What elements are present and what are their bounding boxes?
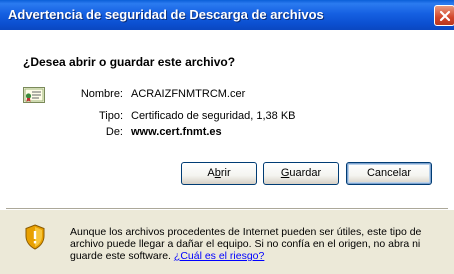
file-type-value: Certificado de seguridad, 1,38 KB [131,110,296,122]
divider-highlight [6,209,448,210]
file-type-label: Tipo: [98,110,123,122]
window-title: Advertencia de seguridad de Descarga de … [8,7,324,22]
close-button[interactable] [434,5,454,26]
shield-warning-icon [25,224,45,250]
close-icon [439,10,451,22]
file-from-label: De: [105,126,123,138]
warning-message: Aunque los archivos procedentes de Inter… [70,226,430,262]
save-button[interactable]: Guardar [263,162,339,185]
cancel-button[interactable]: Cancelar [346,162,432,185]
risk-link[interactable]: ¿Cuál es el riesgo? [174,250,264,262]
file-from-value: www.cert.fnmt.es [131,126,222,138]
dialog-question: ¿Desea abrir o guardar este archivo? [23,55,236,69]
file-name-label: Nombre: [80,88,123,100]
file-name-value: ACRAIZFNMTRCM.cer [131,88,246,100]
open-button[interactable]: Abrir [181,162,257,185]
title-bar[interactable]: Advertencia de seguridad de Descarga de … [0,0,454,30]
